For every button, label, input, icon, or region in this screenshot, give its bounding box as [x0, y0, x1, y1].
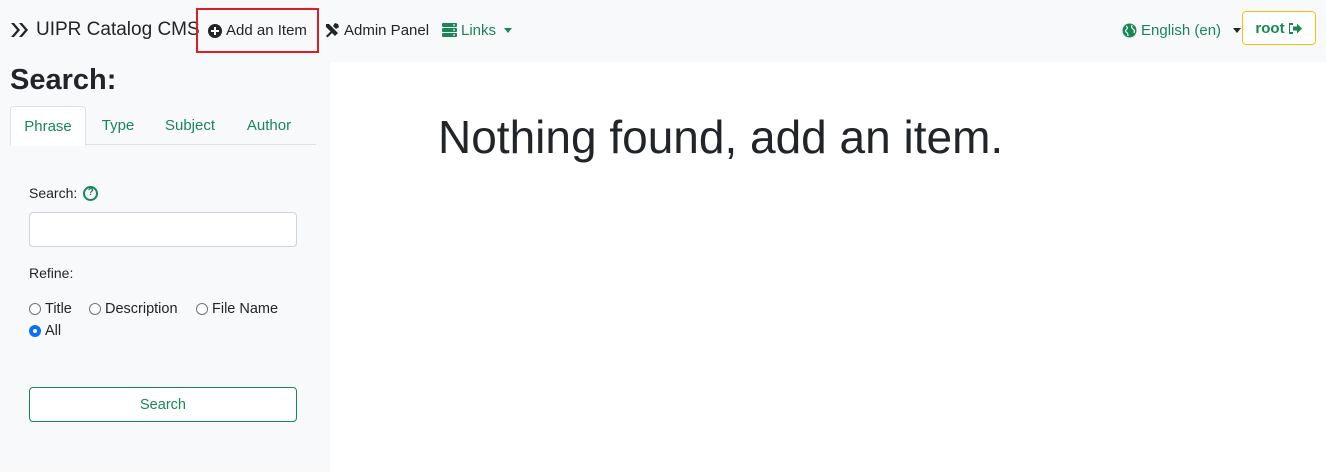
radio-circle[interactable] — [89, 303, 101, 315]
refine-radio-title[interactable]: Title — [29, 301, 72, 317]
caret-down-icon — [1233, 27, 1242, 33]
links-label: Links — [461, 21, 497, 39]
tab-type[interactable]: Type — [90, 106, 146, 145]
search-tabs: Phrase Type Subject Author — [10, 106, 316, 146]
admin-panel-label: Admin Panel — [344, 21, 430, 39]
refine-title-label: Title — [45, 301, 72, 317]
refine-description-label: Description — [105, 301, 178, 317]
search-button[interactable]: Search — [29, 387, 297, 422]
user-label: root — [1255, 19, 1285, 37]
brand-label: UIPR Catalog CMS — [36, 19, 200, 40]
language-label: English (en) — [1141, 21, 1222, 39]
radio-circle[interactable] — [29, 303, 41, 315]
refine-all-label: All — [45, 323, 62, 339]
server-icon — [442, 23, 457, 37]
tab-phrase[interactable]: Phrase — [10, 106, 86, 146]
refine-radio-all[interactable]: All — [29, 323, 61, 339]
empty-results-message: Nothing found, add an item. — [438, 111, 1004, 163]
refine-file-name-label: File Name — [212, 301, 279, 317]
add-item-link[interactable]: Add an Item — [196, 8, 319, 53]
radio-circle[interactable] — [196, 303, 208, 315]
tab-author[interactable]: Author — [234, 106, 304, 145]
tools-icon — [326, 23, 339, 38]
user-logout-button[interactable]: root — [1242, 11, 1316, 45]
language-dropdown[interactable]: English (en) — [1122, 17, 1242, 43]
brand-chevrons-icon — [11, 23, 28, 37]
search-heading: Search: — [10, 64, 117, 96]
main-content: Nothing found, add an item. — [330, 62, 1326, 472]
search-label-row: Search: ? — [29, 185, 99, 201]
caret-down-icon — [504, 27, 513, 33]
refine-label: Refine: — [29, 265, 74, 281]
help-question-icon[interactable]: ? — [83, 185, 99, 201]
admin-panel-link[interactable]: Admin Panel — [324, 17, 429, 43]
top-navbar: UIPR Catalog CMS Add an Item Admin Panel… — [0, 0, 1326, 60]
search-sidebar: Search: Phrase Type Subject Author Searc… — [0, 60, 330, 472]
sign-out-icon — [1288, 22, 1302, 34]
brand-link[interactable]: UIPR Catalog CMS — [10, 17, 200, 43]
globe-icon — [1122, 23, 1137, 37]
tab-subject[interactable]: Subject — [150, 106, 230, 145]
search-input[interactable] — [29, 212, 297, 247]
plus-circle-icon — [208, 23, 223, 38]
refine-radio-file-name[interactable]: File Name — [196, 301, 278, 317]
links-dropdown[interactable]: Links — [442, 17, 513, 43]
radio-circle-checked[interactable] — [29, 325, 41, 337]
add-item-label: Add an Item — [226, 22, 307, 39]
search-label: Search: — [29, 185, 78, 201]
refine-radio-description[interactable]: Description — [89, 301, 178, 317]
